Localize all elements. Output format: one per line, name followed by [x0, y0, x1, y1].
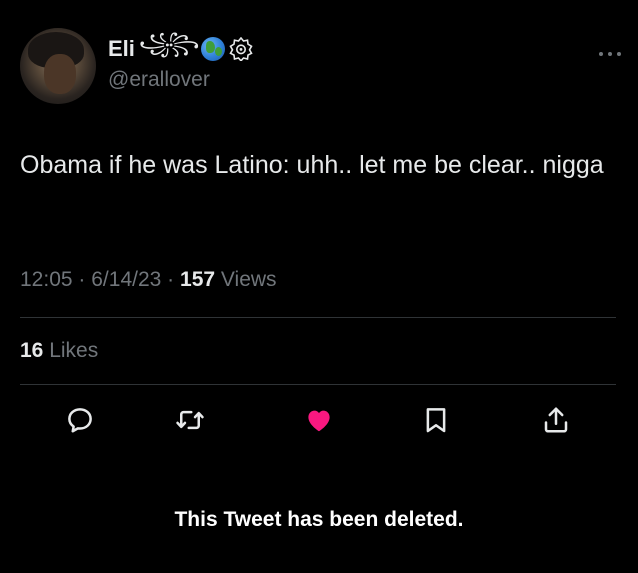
- tweet-date[interactable]: 6/14/23: [91, 268, 161, 291]
- tweet-text: Obama if he was Latino: uhh.. let me be …: [20, 151, 604, 179]
- like-button[interactable]: [301, 402, 337, 438]
- author-display-name[interactable]: Eli: [108, 36, 135, 62]
- globe-icon: [201, 37, 226, 61]
- like-icon: [308, 410, 330, 432]
- meta-separator: ·: [167, 268, 175, 291]
- reply-button[interactable]: [62, 402, 98, 438]
- retweet-button[interactable]: [172, 402, 208, 438]
- views-count[interactable]: 157: [180, 268, 215, 291]
- author-name-row: Eli ꧁꧂: [108, 33, 254, 64]
- bookmark-button[interactable]: [418, 402, 454, 438]
- divider: [20, 317, 616, 318]
- views-label: Views: [220, 268, 277, 291]
- bookmark-icon: [426, 408, 446, 433]
- avatar-face: [44, 54, 76, 94]
- deleted-tweet-notice: This Tweet has been deleted.: [174, 508, 464, 531]
- tweet-card: Eli ꧁꧂ @erallover Obama if he was Latino…: [0, 0, 638, 573]
- likes-count: 16: [20, 339, 44, 362]
- tweet-meta: 12:05 · 6/14/23 · 157 Views: [20, 268, 277, 292]
- share-icon: [544, 407, 568, 433]
- reply-icon: [68, 408, 92, 433]
- meta-separator: ·: [78, 268, 86, 291]
- tweet-time[interactable]: 12:05: [20, 268, 73, 291]
- more-options-icon[interactable]: [598, 46, 622, 57]
- tweet-actions-bar: [0, 402, 638, 442]
- retweet-icon: [176, 410, 204, 430]
- avatar[interactable]: [20, 28, 96, 104]
- author-name-flourish: ꧁꧂: [138, 33, 200, 55]
- author-handle[interactable]: @erallover: [108, 68, 253, 92]
- settings-badge-icon: [229, 36, 254, 63]
- likes-label: Likes: [49, 339, 99, 362]
- share-button[interactable]: [538, 402, 574, 438]
- likes-summary[interactable]: 16 Likes: [20, 339, 98, 363]
- tweet-header: Eli ꧁꧂ @erallover: [20, 28, 618, 104]
- author-info: Eli ꧁꧂ @erallover: [108, 33, 254, 92]
- divider: [20, 384, 616, 385]
